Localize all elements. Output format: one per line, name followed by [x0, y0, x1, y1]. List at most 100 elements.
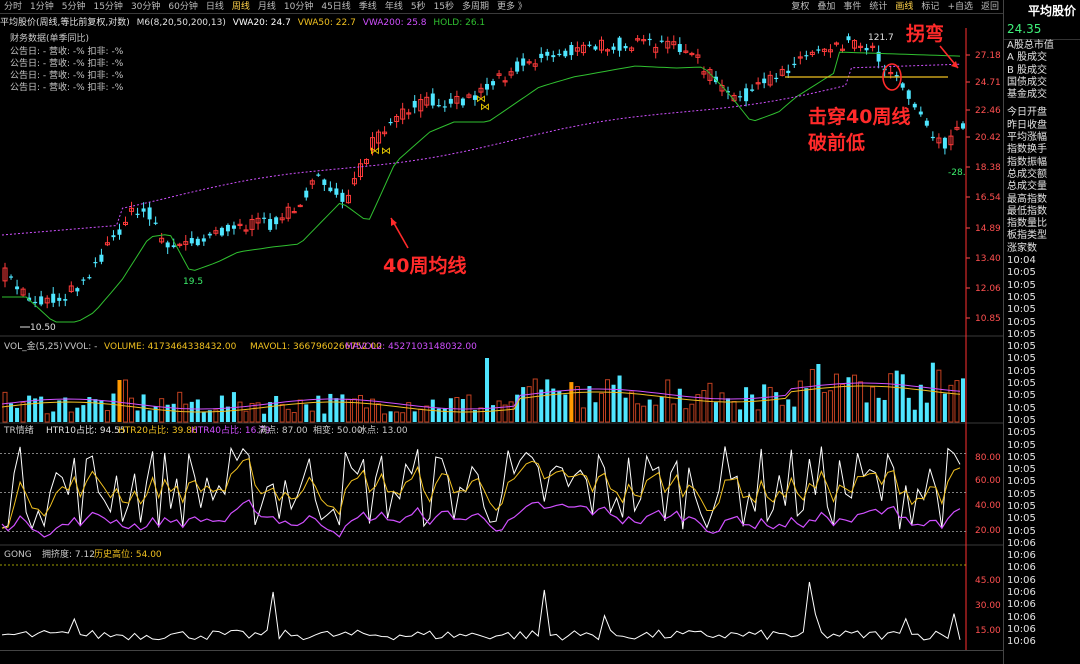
candle-body: [430, 93, 435, 106]
candle-body: [460, 98, 465, 106]
tool-button[interactable]: 标记: [917, 0, 943, 14]
panel-item[interactable]: 国债成交: [1004, 77, 1080, 89]
panel-item[interactable]: 涨家数: [1004, 243, 1080, 255]
volume-bar: [135, 410, 140, 422]
volume-bar: [87, 397, 92, 422]
tool-button[interactable]: 返回: [977, 0, 1003, 14]
candle-body: [171, 245, 176, 248]
chart-canvas[interactable]: 27.18 24.71 22.46 20.42 18.38 16.54 14.89 13.40…: [0, 0, 1003, 664]
panel-item[interactable]: 总成交量: [1004, 181, 1080, 193]
timeframe-tab[interactable]: 60分钟: [164, 0, 201, 14]
tool-button[interactable]: +自选: [943, 0, 977, 14]
volume-bar: [852, 374, 858, 423]
candle-body: [219, 227, 224, 236]
price-axis-label: 10.85: [975, 314, 1001, 324]
vwa200-value: VWA200: 25.8: [362, 18, 427, 28]
candle-body: [786, 70, 791, 74]
signal-icon: ⋈: [480, 102, 490, 113]
panel-time: 10:06: [1007, 611, 1036, 623]
tool-button[interactable]: 统计: [865, 0, 891, 14]
timeframe-tab[interactable]: 1分钟: [26, 0, 58, 14]
panel-time: 10:05: [1007, 513, 1036, 525]
last-low-mark: -28.: [948, 168, 966, 178]
candle-body: [647, 38, 652, 41]
candle-body: [960, 123, 965, 129]
volume-bar: [442, 408, 447, 422]
candle-body: [262, 217, 267, 219]
panel-time: 10:05: [1007, 316, 1036, 328]
panel-time: 10:05: [1007, 451, 1036, 463]
volume-bar: [864, 402, 869, 422]
timeframe-tab[interactable]: 分时: [0, 0, 26, 14]
panel-item[interactable]: 指数振幅: [1004, 157, 1080, 169]
panel-time: 10:05: [1007, 476, 1036, 488]
tool-button[interactable]: 事件: [839, 0, 865, 14]
volume-bar: [762, 384, 767, 422]
tool-button[interactable]: 复权: [787, 0, 813, 14]
timeframe-tab[interactable]: 15秒: [430, 0, 458, 14]
volume-bar: [285, 408, 291, 423]
volume-bar: [930, 362, 935, 422]
timeframe-tab[interactable]: 45日线: [317, 0, 354, 14]
candle-body: [388, 122, 393, 124]
signal-icon: ⋈: [370, 146, 380, 157]
panel-item[interactable]: 基金成交: [1004, 89, 1080, 101]
panel-item[interactable]: B 股成交: [1004, 65, 1080, 77]
timeframe-tab[interactable]: 年线: [381, 0, 407, 14]
volume-bar: [882, 399, 887, 422]
candle-body: [587, 44, 592, 46]
timeframe-tab[interactable]: 30分钟: [127, 0, 164, 14]
volume-bar: [68, 411, 74, 423]
timeframe-tab[interactable]: 15分钟: [89, 0, 126, 14]
candle-body: [57, 297, 62, 301]
candle-body: [39, 296, 44, 305]
volume-bar: [496, 400, 502, 423]
candle-body: [195, 238, 200, 246]
vol-name: VOL_金(5,25): [4, 340, 63, 352]
panel-time: 10:06: [1007, 599, 1036, 611]
panel-item[interactable]: 板指类型: [1004, 230, 1080, 242]
panel-time: 10:05: [1007, 464, 1036, 476]
candle-body: [557, 53, 562, 56]
timeframe-tab[interactable]: 更多 》: [493, 0, 531, 14]
candle-body: [87, 277, 92, 279]
tr-axis-label: 40.00: [975, 501, 1001, 511]
timeframe-tab[interactable]: 月线: [254, 0, 280, 14]
panel-item[interactable]: 平均涨幅: [1004, 132, 1080, 144]
volume-bar: [647, 399, 652, 422]
panel-item[interactable]: 指数换手: [1004, 144, 1080, 156]
candle-body: [804, 55, 809, 57]
annotation-ma40: 40周均线: [383, 254, 466, 277]
volume-bar: [719, 392, 725, 423]
gong-axis-label: 45.00: [975, 576, 1001, 586]
finance-row: 公告日: - 营收: -% 扣非: -%: [10, 81, 124, 93]
timeframe-tab[interactable]: 日线: [202, 0, 228, 14]
panel-item[interactable]: 总成交额: [1004, 169, 1080, 181]
volume-bar: [340, 394, 345, 422]
volume-bar: [412, 411, 417, 422]
timeframe-tab[interactable]: 5分钟: [58, 0, 90, 14]
tool-button[interactable]: 画线: [891, 0, 917, 14]
panel-item[interactable]: 今日开盘: [1004, 107, 1080, 119]
price-axis-label: 24.71: [975, 78, 1001, 88]
panel-item[interactable]: 最低指数: [1004, 206, 1080, 218]
timeframe-tab[interactable]: 季线: [355, 0, 381, 14]
panel-item[interactable]: A股总市值: [1004, 40, 1080, 52]
price-axis-label: 13.40: [975, 254, 1001, 264]
candle-body: [304, 190, 309, 198]
timeframe-tab[interactable]: 多周期: [458, 0, 493, 14]
panel-item[interactable]: 昨日收盘: [1004, 120, 1080, 132]
volume-bar: [695, 394, 701, 423]
panel-item[interactable]: A 股成交: [1004, 52, 1080, 64]
panel-time: 10:06: [1007, 562, 1036, 574]
panel-time: 10:05: [1007, 488, 1036, 500]
panel-item[interactable]: 最高指数: [1004, 194, 1080, 206]
timeframe-tab[interactable]: 周线: [228, 0, 254, 14]
volume-bar: [809, 368, 815, 423]
candle-body: [485, 83, 490, 90]
candle-body: [322, 179, 327, 185]
timeframe-tab[interactable]: 10分钟: [280, 0, 317, 14]
tool-button[interactable]: 叠加: [813, 0, 839, 14]
timeframe-tab[interactable]: 5秒: [407, 0, 430, 14]
panel-item[interactable]: 指数量比: [1004, 218, 1080, 230]
